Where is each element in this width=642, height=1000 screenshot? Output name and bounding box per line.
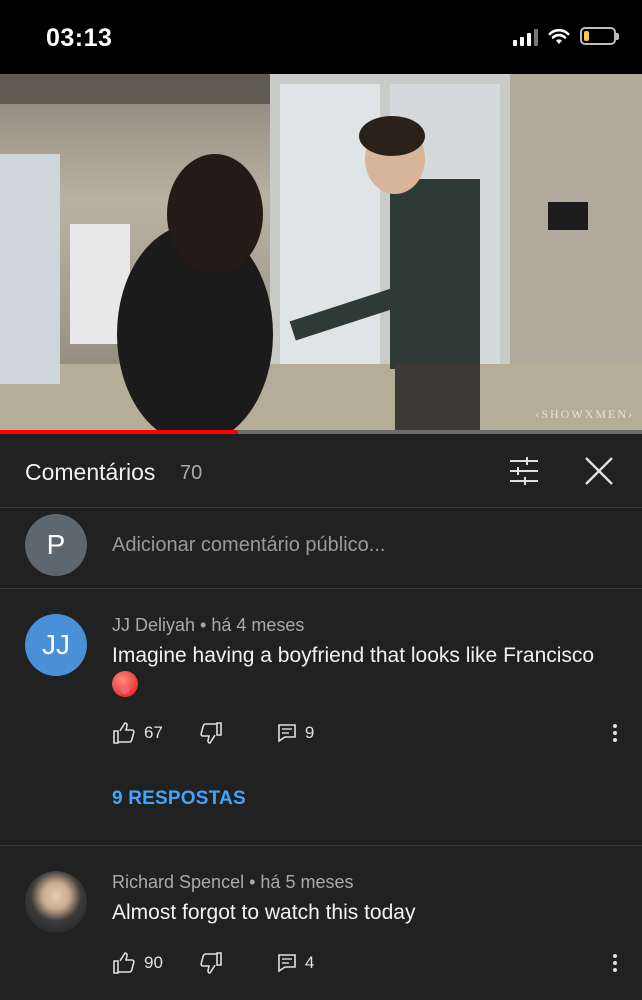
commenter-avatar[interactable]: JJ (25, 614, 87, 676)
comment-meta: Richard Spencel • há 5 meses (112, 872, 353, 893)
reply-comment-icon (278, 954, 296, 973)
signal-icon (513, 26, 538, 46)
comments-title: Comentários (25, 459, 156, 485)
comments-header: Comentários 70 (0, 434, 642, 508)
wifi-icon (548, 28, 570, 44)
view-replies-link[interactable]: 9 RESPOSTAS (112, 788, 246, 810)
comment-meta: JJ Deliyah • há 4 meses (112, 615, 304, 636)
comment-age: há 5 meses (260, 872, 354, 892)
comment-item: JJ JJ Deliyah • há 4 meses Imagine havin… (0, 590, 642, 846)
meta-separator: • (200, 615, 207, 635)
like-count: 90 (144, 953, 163, 972)
video-watermark: ‹SHOWXMEN› (535, 407, 634, 421)
user-avatar: P (25, 514, 87, 576)
reply-button[interactable]: 4 (277, 953, 314, 973)
reply-count: 4 (304, 953, 315, 972)
status-icons (513, 26, 619, 46)
reply-button[interactable]: 9 (277, 723, 314, 743)
more-options-icon[interactable] (612, 724, 618, 745)
close-icon[interactable] (583, 455, 615, 487)
add-comment-row[interactable]: P Adicionar comentário público... (0, 508, 642, 589)
like-count: 67 (144, 723, 163, 742)
comment-author[interactable]: JJ Deliyah (112, 615, 195, 635)
status-time: 03:13 (46, 24, 113, 52)
comments-count: 70 (180, 462, 203, 484)
meta-separator: • (249, 872, 256, 892)
thumbs-down-icon (200, 952, 222, 974)
commenter-avatar-photo[interactable] (25, 871, 87, 933)
thumbs-up-icon (113, 952, 135, 974)
like-button[interactable]: 90 (112, 952, 163, 974)
reply-comment-icon (278, 724, 296, 743)
comment-text: Imagine having a boyfriend that looks li… (112, 642, 622, 698)
dislike-button[interactable] (199, 722, 223, 744)
dislike-button[interactable] (199, 952, 223, 974)
battery-icon (580, 27, 619, 45)
comment-author[interactable]: Richard Spencel (112, 872, 244, 892)
hot-face-emoji-icon (112, 671, 138, 698)
comment-age: há 4 meses (211, 615, 305, 635)
add-comment-input[interactable]: Adicionar comentário público... (112, 534, 385, 557)
comment-actions: 90 4 (112, 948, 314, 978)
thumbs-up-icon (113, 722, 135, 744)
status-bar: 03:13 (0, 0, 642, 74)
more-options-icon[interactable] (612, 954, 618, 975)
comment-text: Almost forgot to watch this today (112, 899, 622, 927)
comment-body: Imagine having a boyfriend that looks li… (112, 644, 595, 667)
comment-body: Almost forgot to watch this today (112, 901, 416, 924)
video-frame (0, 74, 642, 434)
comment-item: Richard Spencel • há 5 meses Almost forg… (0, 847, 642, 1000)
like-button[interactable]: 67 (112, 722, 163, 744)
thumbs-down-icon (200, 722, 222, 744)
sort-filter-icon[interactable] (508, 456, 540, 486)
video-player[interactable]: ‹SHOWXMEN› (0, 74, 642, 434)
comment-actions: 67 9 (112, 718, 314, 748)
reply-count: 9 (304, 723, 315, 742)
